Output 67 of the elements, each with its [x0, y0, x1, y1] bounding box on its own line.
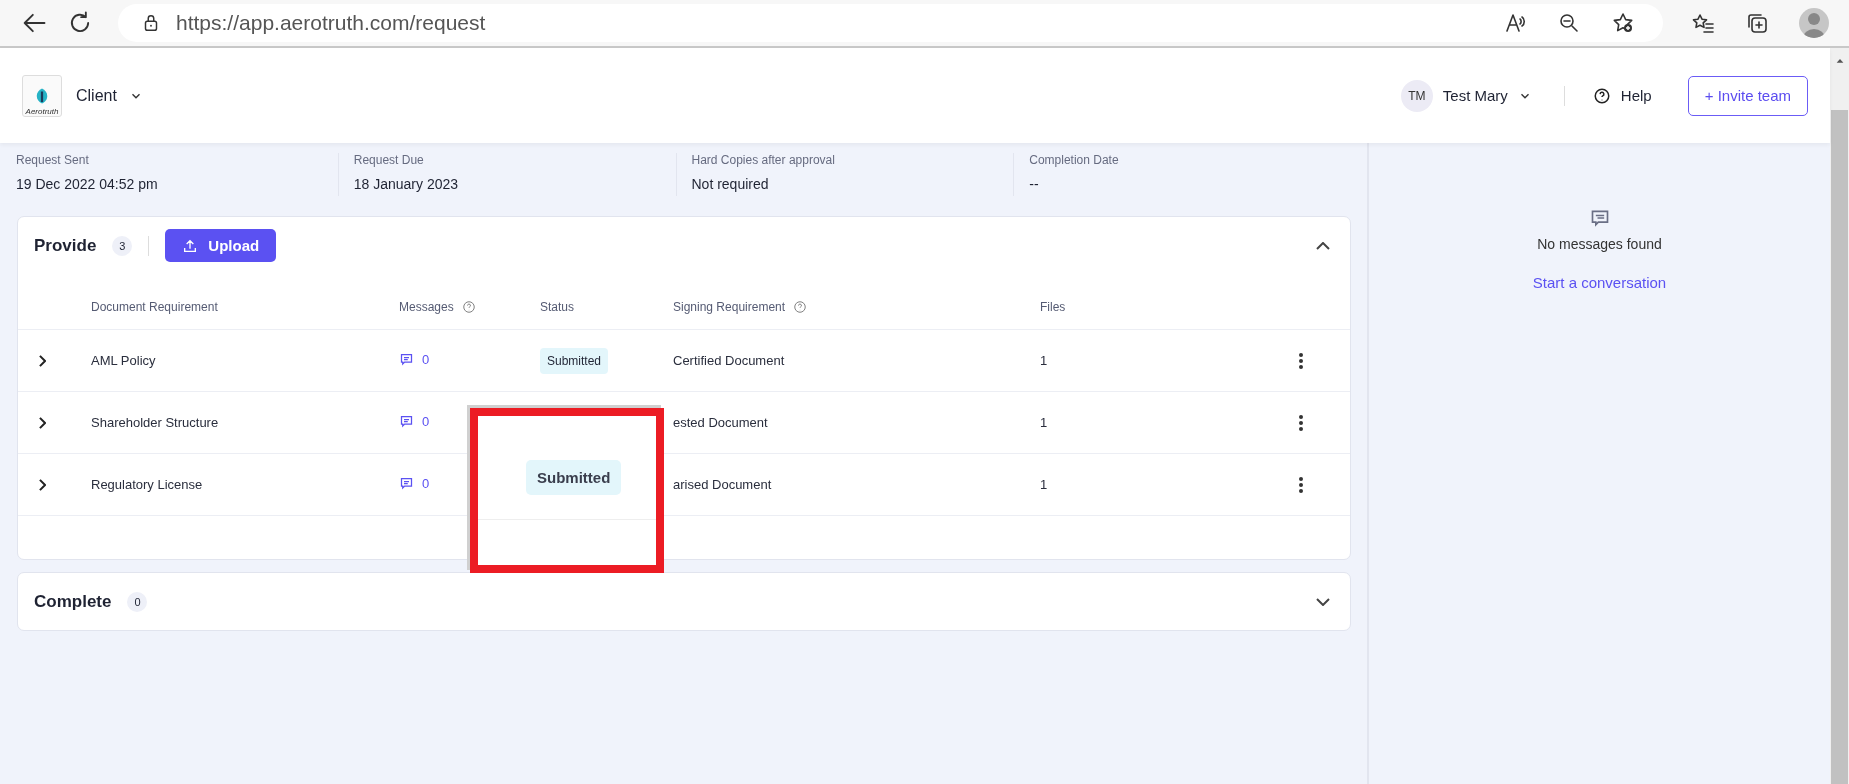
collections-icon[interactable] [1745, 11, 1769, 35]
help-icon [1592, 86, 1611, 105]
section-title: Complete [34, 591, 112, 612]
invite-team-button[interactable]: + Invite team [1687, 75, 1808, 116]
message-icon [399, 351, 414, 367]
section-title: Provide [34, 235, 97, 256]
count-badge: 0 [127, 591, 148, 612]
messages-link[interactable]: 0 [399, 413, 430, 429]
column-header: Status [540, 300, 575, 314]
chevron-right-icon[interactable] [39, 478, 46, 491]
info-value: 19 Dec 2022 04:52 pm [16, 176, 159, 192]
chevron-up-icon [1316, 241, 1330, 250]
column-header: Document Requirement [91, 300, 218, 314]
document-name: Regulatory License [91, 477, 203, 492]
signing-requirement: ested Document [673, 415, 768, 430]
count-badge: 3 [112, 235, 133, 256]
user-name: Test Mary [1442, 87, 1508, 104]
upload-button[interactable]: Upload [165, 229, 277, 262]
file-count: 1 [1040, 353, 1048, 368]
add-favorite-icon[interactable] [1611, 11, 1635, 35]
column-header: Signing Requirement [673, 300, 786, 314]
chevron-down-icon [1316, 597, 1330, 606]
chevron-right-icon[interactable] [39, 354, 46, 367]
scroll-up-icon[interactable] [1834, 56, 1845, 66]
file-count: 1 [1040, 415, 1048, 430]
more-options-icon[interactable] [1298, 475, 1304, 494]
scrollbar[interactable] [1830, 48, 1849, 784]
info-label: Completion Date [1029, 153, 1120, 167]
signing-requirement: arised Document [673, 477, 772, 492]
start-conversation-link[interactable]: Start a conversation [1532, 274, 1667, 291]
help-icon [461, 300, 476, 314]
signing-requirement: Certified Document [673, 353, 785, 368]
url-text: https://app.aerotruth.com/request [176, 11, 486, 35]
logo-text: Aerotruth [25, 106, 59, 116]
favorites-icon[interactable] [1691, 11, 1715, 35]
info-value: -- [1029, 176, 1040, 192]
info-value: 18 January 2023 [353, 176, 460, 192]
empty-state-text: No messages found [1537, 236, 1662, 252]
info-label: Request Sent [16, 153, 90, 167]
profile-avatar[interactable] [1799, 8, 1829, 38]
more-options-icon[interactable] [1298, 413, 1304, 432]
info-value: Not required [691, 176, 770, 192]
more-options-icon[interactable] [1298, 351, 1304, 370]
user-avatar: TM [1400, 79, 1433, 112]
status-badge: Submitted [540, 347, 609, 374]
document-name: Shareholder Structure [91, 415, 219, 430]
user-menu[interactable]: TM Test Mary [1400, 79, 1532, 112]
help-icon [793, 300, 808, 314]
messages-link[interactable]: 0 [399, 351, 430, 367]
help-link[interactable]: Help [1592, 86, 1652, 105]
address-bar[interactable]: https://app.aerotruth.com/request [118, 4, 1663, 42]
workspace-selector[interactable]: Client [76, 86, 143, 105]
document-name: AML Policy [91, 353, 156, 368]
zoom-out-icon[interactable] [1557, 11, 1581, 35]
read-aloud-icon[interactable] [1503, 11, 1527, 35]
column-header: Messages [399, 300, 454, 314]
upload-icon [182, 237, 199, 254]
messages-link[interactable]: 0 [399, 475, 430, 491]
column-header: Files [1040, 300, 1066, 314]
info-label: Hard Copies after approval [691, 153, 836, 167]
file-count: 1 [1040, 477, 1048, 492]
status-badge: Submitted [526, 460, 622, 495]
info-label: Request Due [353, 153, 425, 167]
message-icon [399, 413, 414, 429]
chevron-right-icon[interactable] [39, 416, 46, 429]
message-icon [399, 475, 414, 491]
message-icon [1589, 208, 1610, 228]
